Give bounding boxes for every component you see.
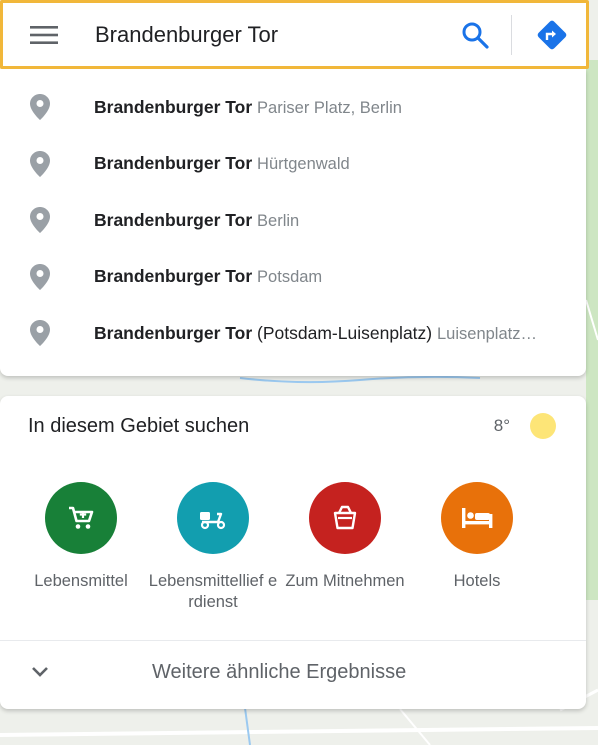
- category-row: Lebensmittel Lebensmittellief erdienst Z…: [0, 456, 586, 636]
- card-title: In diesem Gebiet suchen: [28, 414, 250, 437]
- category-zum-mitnehmen[interactable]: Zum Mitnehmen: [279, 482, 411, 592]
- suggestion-item[interactable]: Brandenburger Tor (Potsdam-Luisenplatz) …: [0, 305, 586, 362]
- suggestion-sub: Luisenplatz…: [437, 324, 537, 343]
- directions-icon: [537, 20, 567, 49]
- magnifier-icon: [462, 22, 489, 49]
- search-input[interactable]: [95, 14, 453, 55]
- suggestion-item[interactable]: Brandenburger Tor Potsdam: [0, 249, 586, 306]
- category-lebensmittellieferdienst[interactable]: Lebensmittellief erdienst: [147, 482, 279, 613]
- location-pin-icon: [30, 94, 50, 121]
- suggestion-sub: Pariser Platz, Berlin: [257, 98, 402, 117]
- directions-button[interactable]: [530, 13, 574, 57]
- category-label: Lebensmittel: [34, 572, 128, 590]
- category-hotels[interactable]: Hotels: [411, 482, 543, 592]
- more-results-label: Weitere ähnliche Ergebnisse: [152, 660, 407, 683]
- shopping-cart-icon: [69, 506, 94, 529]
- category-label: Hotels: [453, 572, 501, 590]
- suggestion-item[interactable]: Brandenburger Tor Pariser Platz, Berlin: [0, 79, 586, 136]
- temperature: 8°: [493, 416, 510, 435]
- suggestion-sub: Hürtgenwald: [257, 155, 350, 174]
- takeout-box-icon: [333, 505, 357, 530]
- area-search-card: In diesem Gebiet suchen 8° Lebensmittel: [0, 396, 586, 709]
- suggestion-main: Brandenburger Tor: [94, 96, 253, 117]
- suggestion-main: Brandenburger Tor: [94, 322, 253, 343]
- suggestion-sub: Berlin: [257, 211, 300, 230]
- location-pin-icon: [30, 320, 50, 347]
- sun-icon: [530, 413, 556, 439]
- suggestion-main: Brandenburger Tor: [94, 153, 253, 174]
- delivery-scooter-icon: [200, 512, 226, 530]
- category-label: Lebensmittellief erdienst: [148, 572, 278, 611]
- suggestion-main: Brandenburger Tor: [94, 266, 253, 287]
- suggestion-item[interactable]: Brandenburger Tor Hürtgenwald: [0, 136, 586, 193]
- suggestion-main: Brandenburger Tor: [94, 209, 253, 230]
- location-pin-icon: [30, 207, 50, 234]
- suggestion-extra: (Potsdam-Luisenplatz): [252, 322, 433, 343]
- suggestion-sub: Potsdam: [257, 268, 323, 287]
- suggestion-list: Brandenburger Tor Pariser Platz, Berlin …: [0, 69, 586, 376]
- category-label: Zum Mitnehmen: [285, 572, 405, 590]
- hamburger-menu-icon: [30, 25, 58, 44]
- menu-button[interactable]: [19, 10, 69, 60]
- card-header: In diesem Gebiet suchen 8°: [0, 396, 586, 456]
- chevron-down-icon: [32, 667, 48, 677]
- location-pin-icon: [30, 150, 50, 177]
- search-divider: [511, 14, 512, 55]
- search-button[interactable]: [453, 13, 497, 57]
- search-box: [0, 0, 589, 69]
- suggestion-item[interactable]: Brandenburger Tor Berlin: [0, 192, 586, 249]
- category-lebensmittel[interactable]: Lebensmittel: [15, 482, 147, 592]
- more-results-button[interactable]: Weitere ähnliche Ergebnisse: [0, 641, 586, 703]
- bed-icon: [462, 508, 493, 528]
- location-pin-icon: [30, 263, 50, 290]
